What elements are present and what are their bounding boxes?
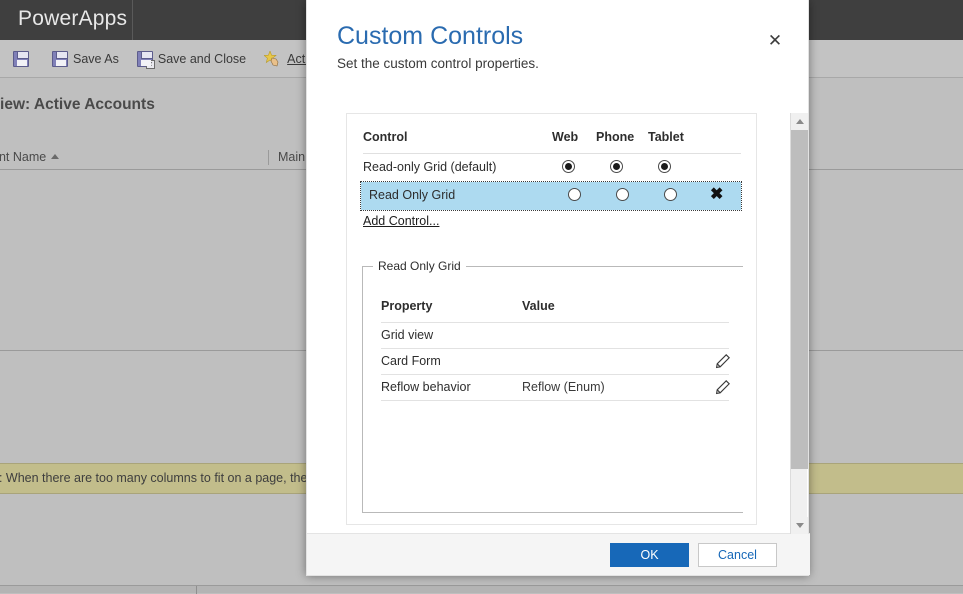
add-control-link[interactable]: Add Control... [363,214,439,228]
controls-table: Control Web Phone Tablet Read-only Grid … [363,128,741,210]
header-tablet: Tablet [648,130,684,144]
save-as-label: Save As [73,52,119,66]
powerapps-brand: PowerApps [18,7,127,31]
controls-table-header: Control Web Phone Tablet [363,128,741,154]
property-row[interactable]: Card Form [381,349,729,375]
header-web: Web [552,130,578,144]
property-name: Card Form [381,354,441,368]
dialog-body: Control Web Phone Tablet Read-only Grid … [307,100,810,534]
header-value: Value [522,299,555,313]
delete-control-icon[interactable]: ✖ [710,186,723,204]
cancel-button[interactable]: Cancel [698,543,777,567]
header-control: Control [363,130,407,144]
properties-fieldset: Read Only Grid Property Value Grid view … [362,266,743,513]
dialog-subtitle: Set the custom control properties. [337,56,539,71]
edit-pencil-icon[interactable] [715,353,731,369]
save-and-close-label: Save and Close [158,52,246,66]
table-row[interactable]: Read Only Grid ✖ [361,182,741,210]
scroll-up-icon[interactable] [791,113,808,130]
save-button[interactable] [4,40,43,78]
property-value: Reflow (Enum) [522,380,605,394]
property-name: Reflow behavior [381,380,471,394]
ok-button[interactable]: OK [610,543,689,567]
edit-pencil-icon[interactable] [715,379,731,395]
table-row[interactable]: Read-only Grid (default) [363,154,741,182]
header-divider [132,0,133,40]
close-icon[interactable]: ✕ [762,27,788,53]
property-name: Grid view [381,328,433,342]
radio-phone[interactable] [610,160,623,173]
custom-controls-dialog: Custom Controls Set the custom control p… [306,0,809,576]
save-and-close-icon: x [137,51,153,67]
control-name: Read Only Grid [369,188,455,202]
column-separator [268,150,269,165]
column-header-main[interactable]: Main [278,150,305,164]
sort-ascending-icon [51,154,59,159]
radio-web[interactable] [568,188,581,201]
properties-table-header: Property Value [381,297,729,323]
radio-phone[interactable] [616,188,629,201]
notification-text: e: When there are too many columns to fi… [0,471,336,485]
scrollbar-thumb[interactable] [791,130,808,469]
radio-tablet[interactable] [664,188,677,201]
save-as-button[interactable]: Save As [43,40,128,78]
dialog-footer: OK Cancel [307,533,810,575]
header-property: Property [381,299,432,313]
save-and-close-button[interactable]: x Save and Close [128,40,255,78]
column-header-account-name-label: unt Name [0,150,46,164]
property-row[interactable]: Reflow behavior Reflow (Enum) [381,375,729,401]
column-header-account-name[interactable]: unt Name [0,150,59,164]
scroll-down-icon[interactable] [791,517,808,534]
dialog-scrollbar[interactable] [790,113,807,534]
save-as-icon [52,51,68,67]
actions-icon [264,51,282,67]
status-bar [0,585,963,593]
radio-tablet[interactable] [658,160,671,173]
save-icon [13,51,29,67]
view-title-text: View: Active Accounts [0,96,155,113]
control-name: Read-only Grid (default) [363,160,496,174]
radio-web[interactable] [562,160,575,173]
property-row[interactable]: Grid view [381,323,729,349]
header-phone: Phone [596,130,634,144]
dialog-content-panel: Control Web Phone Tablet Read-only Grid … [346,113,757,525]
dialog-title: Custom Controls [337,22,523,51]
properties-legend: Read Only Grid [373,259,466,273]
properties-table: Property Value Grid view Card Form [381,297,729,401]
